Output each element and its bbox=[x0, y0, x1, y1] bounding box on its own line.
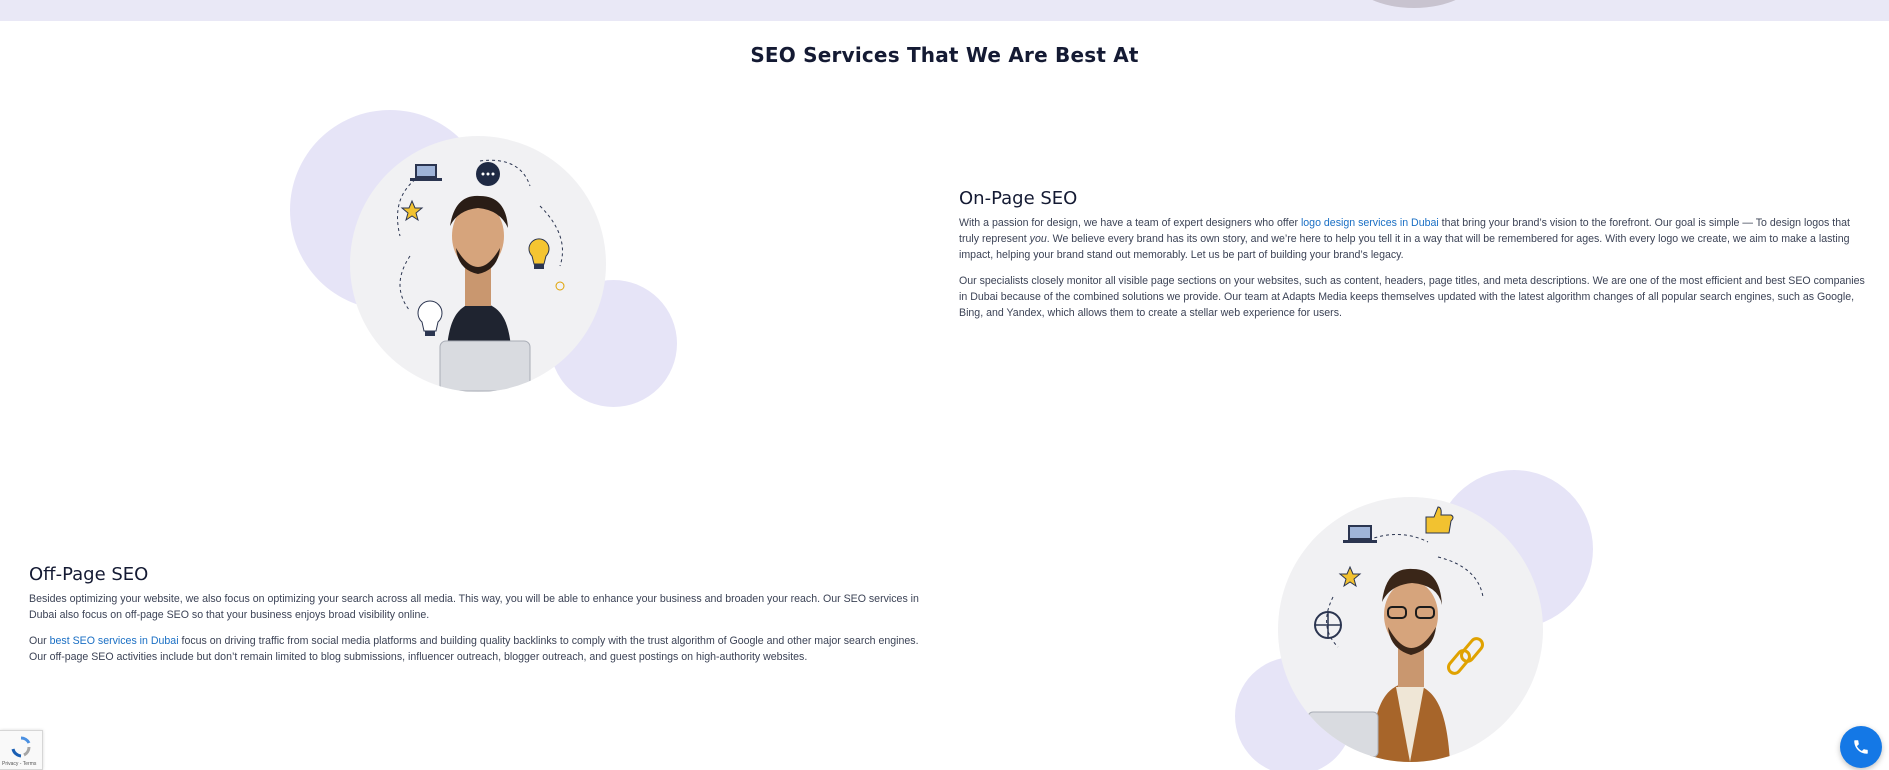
on-page-p1-text: With a passion for design, we have a tea… bbox=[959, 217, 1301, 229]
previous-section-image bbox=[1352, 0, 1476, 8]
off-page-illustration bbox=[1278, 497, 1543, 762]
call-button[interactable] bbox=[1840, 726, 1882, 768]
on-page-paragraph-2: Our specialists closely monitor all visi… bbox=[959, 275, 1865, 319]
off-page-paragraph-1: Besides optimizing your website, we also… bbox=[29, 593, 919, 621]
logo-design-link[interactable]: logo design services in Dubai bbox=[1301, 217, 1439, 229]
recaptcha-icon bbox=[11, 736, 31, 758]
on-page-p1-emphasis: you bbox=[1029, 233, 1047, 245]
off-page-p2-text: Our bbox=[29, 635, 50, 647]
section-title: SEO Services That We Are Best At bbox=[750, 43, 1139, 67]
off-page-title: Off-Page SEO bbox=[29, 564, 149, 585]
top-band bbox=[0, 0, 1889, 21]
on-page-illustration bbox=[350, 136, 606, 392]
off-page-paragraph-2: Our best SEO services in Dubai focus on … bbox=[29, 633, 934, 665]
on-page-p1-text: . We believe every brand has its own sto… bbox=[959, 233, 1850, 261]
recaptcha-badge[interactable]: Privacy - Terms bbox=[0, 730, 43, 770]
on-page-paragraph-1: With a passion for design, we have a tea… bbox=[959, 215, 1869, 263]
best-seo-services-link[interactable]: best SEO services in Dubai bbox=[50, 635, 179, 647]
recaptcha-links[interactable]: Privacy - Terms bbox=[2, 761, 36, 767]
phone-icon bbox=[1854, 740, 1868, 754]
on-page-title: On-Page SEO bbox=[959, 188, 1078, 209]
